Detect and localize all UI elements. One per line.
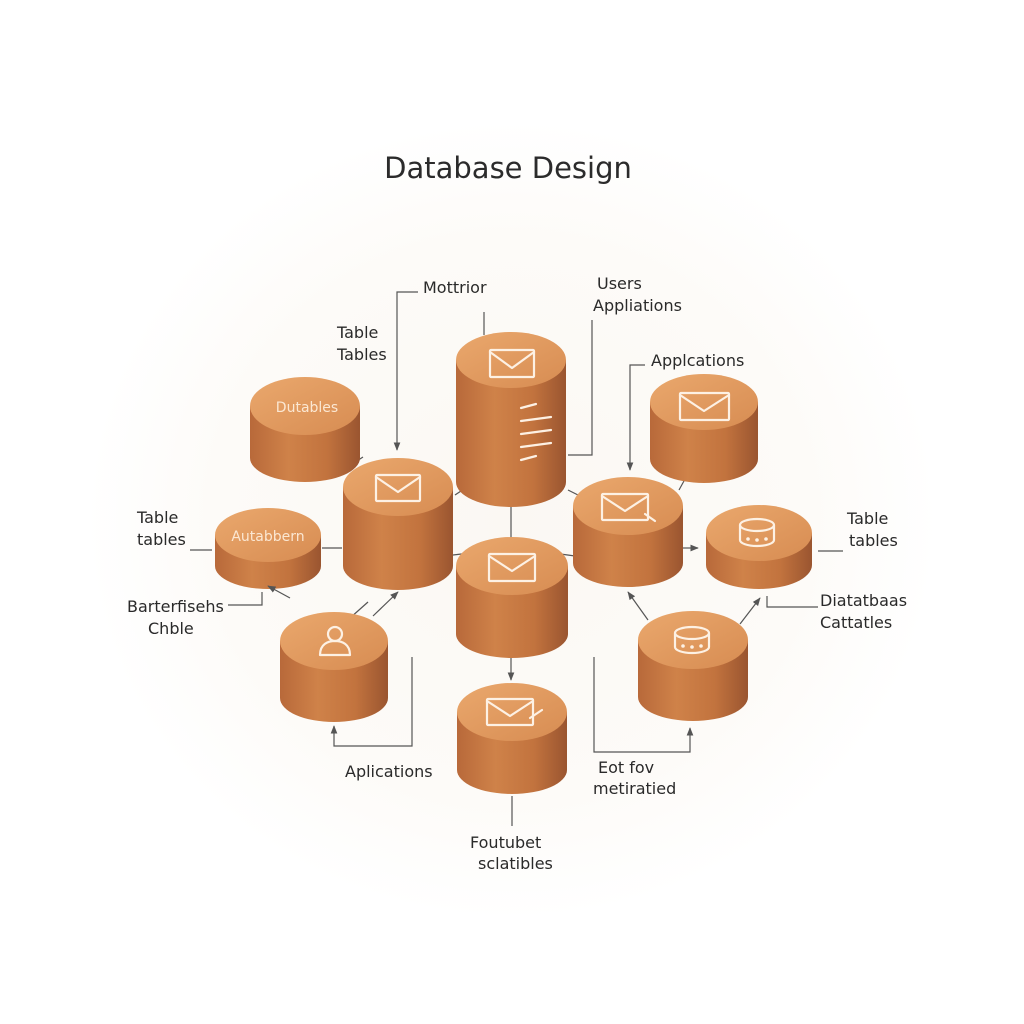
callout-users-applications bbox=[568, 320, 593, 456]
callout-partitions bbox=[228, 592, 263, 606]
label-table-top-2: Tables bbox=[336, 345, 387, 364]
label-applications-top: Appliations bbox=[593, 296, 682, 315]
label-databases-right: Diatatbaas bbox=[820, 591, 907, 610]
cylinder-tall-center[interactable] bbox=[456, 332, 566, 507]
label-table-left-2: tables bbox=[137, 530, 186, 549]
label-table-right-2: tables bbox=[849, 531, 898, 550]
callout-bottomright-to-centerright bbox=[627, 591, 649, 621]
label-applications-bottom: Aplications bbox=[345, 762, 433, 781]
label-eot-1: Eot fov bbox=[598, 758, 654, 777]
label-footer-1: Foutubet bbox=[470, 833, 541, 852]
cylinder-databases-left[interactable]: Autabbern bbox=[215, 508, 321, 589]
label-partitions-1: Barterfisehs bbox=[127, 597, 224, 616]
cylinder-right[interactable] bbox=[706, 505, 812, 589]
cylinder-bottom-left[interactable] bbox=[280, 612, 388, 722]
label-partitions-2: Chble bbox=[148, 619, 194, 638]
label-table-left-1: Table bbox=[136, 508, 178, 527]
label-footer-2: sclatibles bbox=[478, 854, 553, 873]
cylinder-databases-top-left[interactable]: Dutables bbox=[250, 377, 360, 482]
callout-monitor bbox=[393, 291, 418, 451]
database-design-diagram: Database Design Dutables Autabbern Mottr… bbox=[127, 151, 907, 873]
diagram-title: Database Design bbox=[384, 151, 632, 185]
label-eot-2: metiratied bbox=[593, 779, 676, 798]
cylinder-top-right[interactable] bbox=[650, 374, 758, 483]
label-monitor: Mottrior bbox=[423, 278, 487, 297]
callout-user-to-centerleft bbox=[372, 591, 399, 617]
label-users: Users bbox=[597, 274, 642, 293]
cylinder-bottom-center[interactable] bbox=[457, 683, 567, 794]
label-applications-right: Applcations bbox=[651, 351, 744, 370]
callout-bottomright-to-right bbox=[739, 597, 761, 625]
label-catalogs-right: Cattatles bbox=[820, 613, 892, 632]
label-table-right-1: Table bbox=[846, 509, 888, 528]
label-table-top-1: Table bbox=[336, 323, 378, 342]
cylinder-center[interactable] bbox=[456, 537, 568, 658]
cylinder-label: Autabbern bbox=[231, 529, 304, 545]
callout-applications-right bbox=[626, 364, 645, 471]
callout-catalogs bbox=[766, 596, 818, 608]
cylinder-label: Dutables bbox=[276, 400, 338, 416]
cylinder-center-left[interactable] bbox=[343, 458, 453, 590]
cylinder-bottom-right[interactable] bbox=[638, 611, 748, 721]
cylinder-center-right[interactable] bbox=[573, 477, 683, 587]
